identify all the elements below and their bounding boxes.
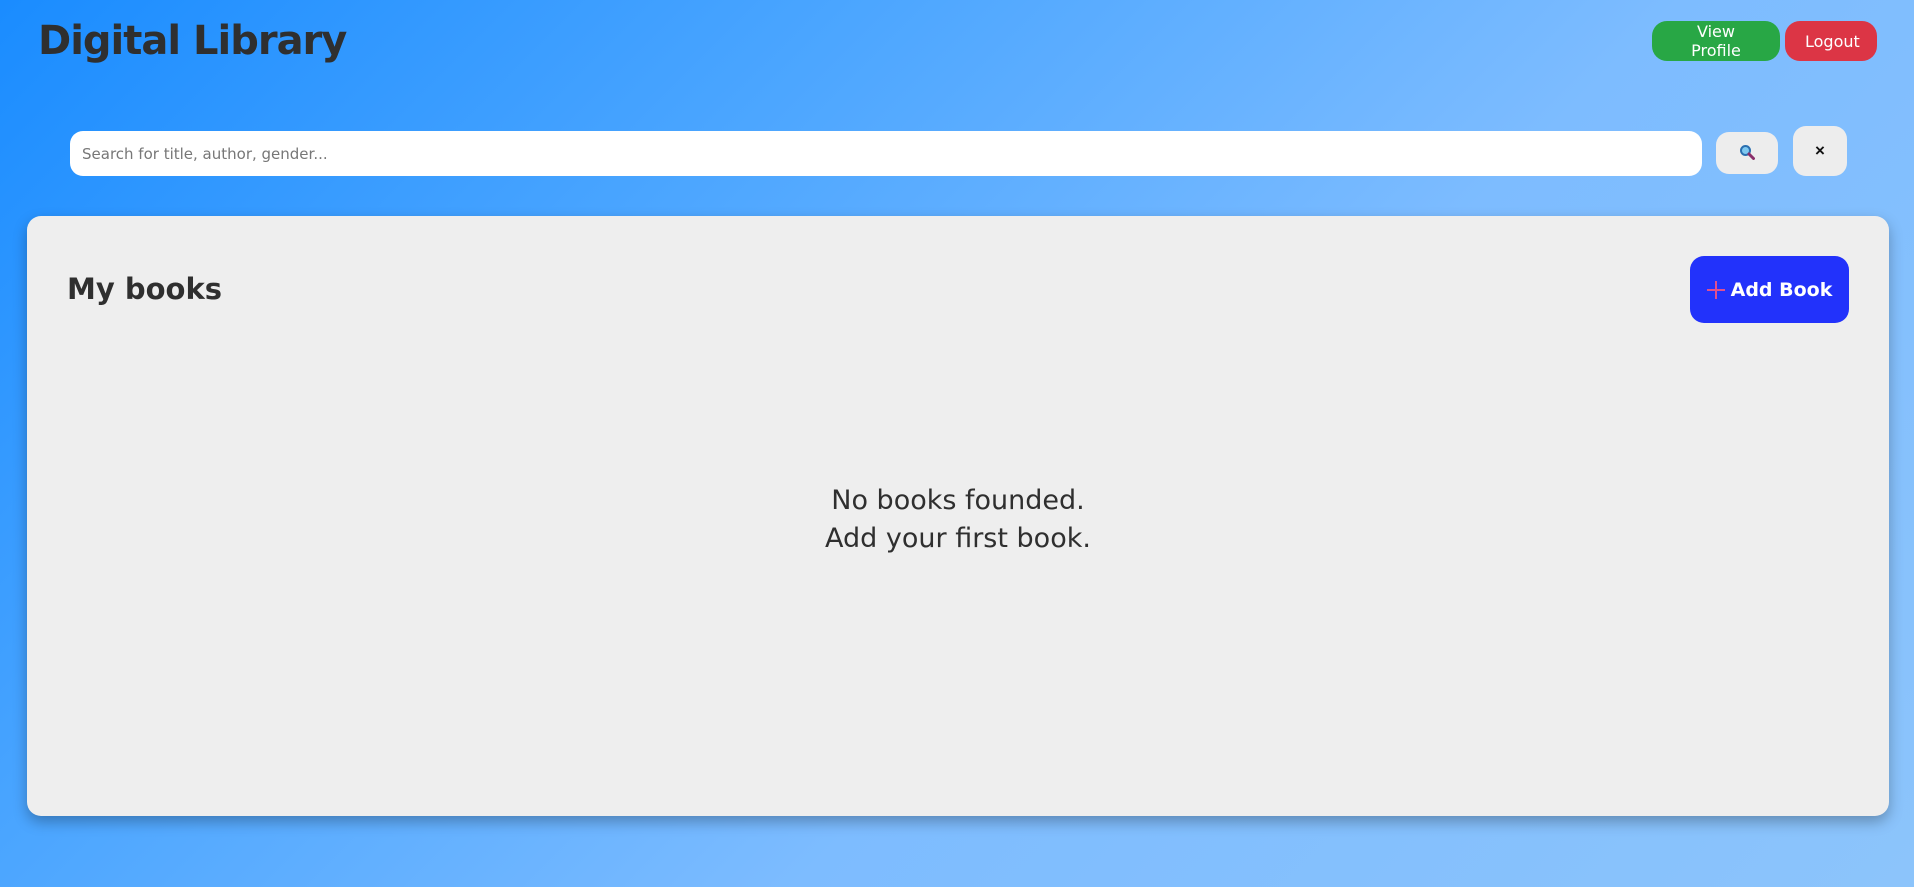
clear-search-button[interactable]: ×: [1793, 126, 1847, 176]
search-input[interactable]: [70, 131, 1702, 176]
section-title: My books: [67, 272, 223, 306]
empty-state-message: No books founded. Add your first book.: [27, 482, 1889, 558]
logout-button[interactable]: Logout: [1785, 21, 1877, 61]
empty-state-line-1: No books founded.: [831, 485, 1085, 516]
search-button[interactable]: [1716, 132, 1778, 174]
search-icon: [1739, 144, 1755, 163]
books-panel: My books Add Book No books founded. Add …: [27, 216, 1889, 816]
header-actions: View Profile Logout: [1652, 21, 1877, 61]
empty-state-line-2: Add your first book.: [825, 523, 1091, 554]
add-book-label: Add Book: [1730, 278, 1833, 301]
view-profile-button[interactable]: View Profile: [1652, 21, 1780, 61]
add-book-button[interactable]: Add Book: [1690, 256, 1849, 323]
app-title: Digital Library: [38, 18, 347, 64]
close-icon: ×: [1815, 141, 1825, 160]
plus-icon: [1706, 280, 1725, 299]
